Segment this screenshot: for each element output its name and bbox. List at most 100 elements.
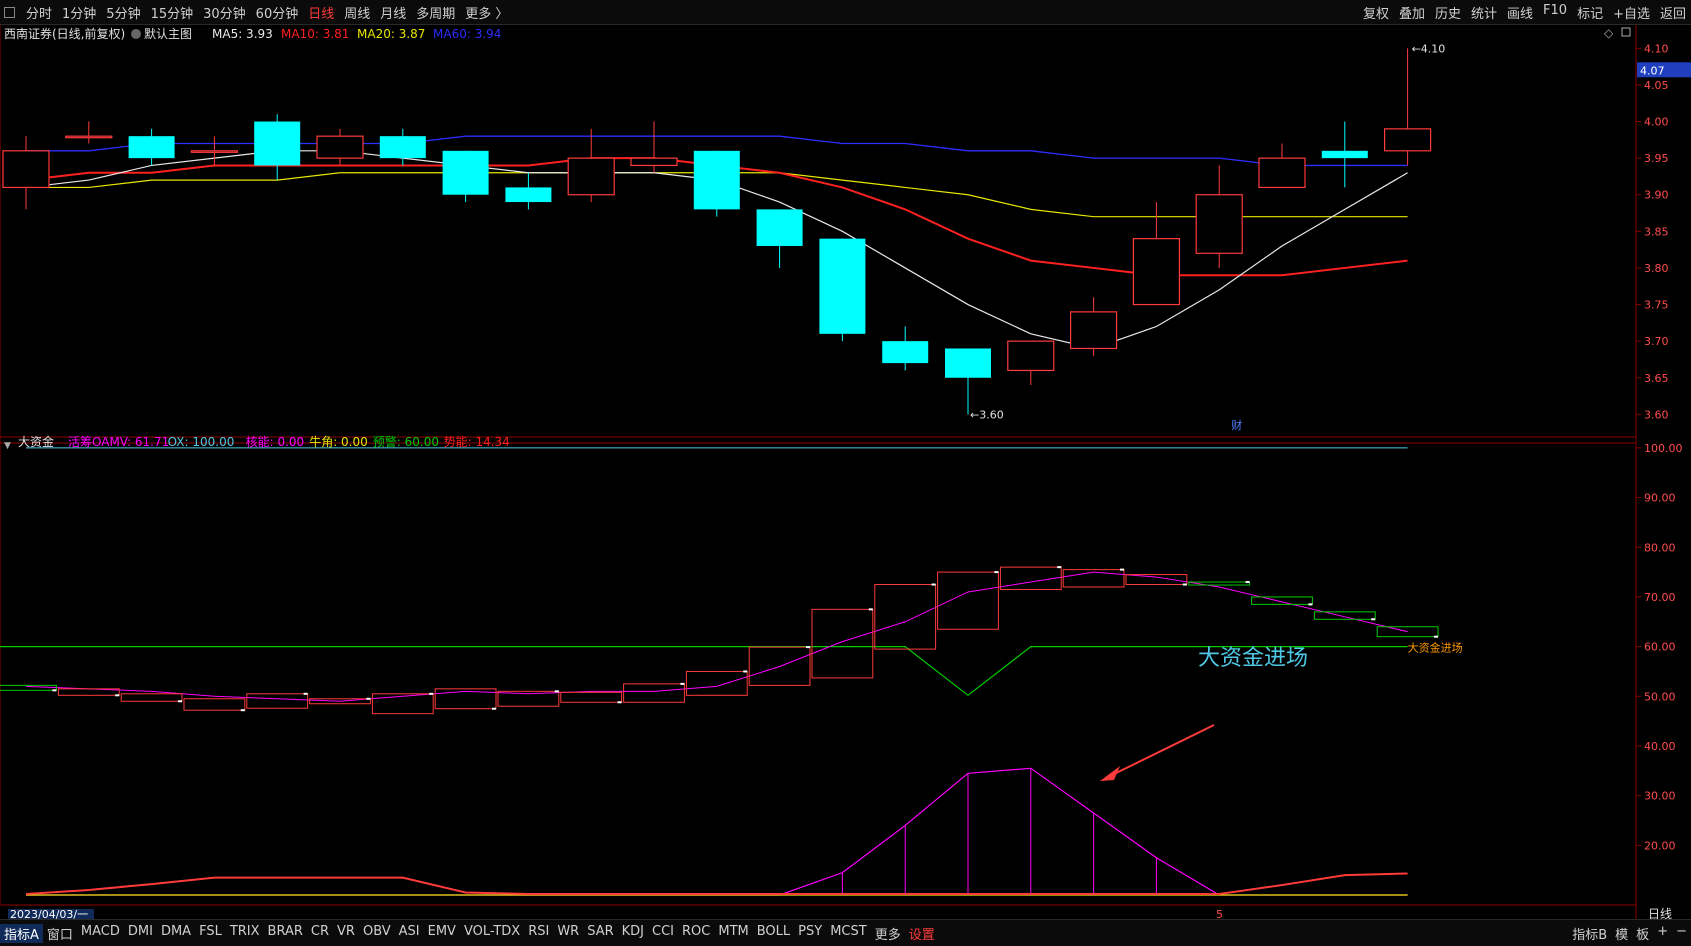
oamv-step-tick [994,571,999,574]
oamv-step-box [874,584,937,650]
indicator-tab-7[interactable]: BRAR [264,924,307,943]
oamv-step-tick [429,692,434,695]
indicator-tick-label-2: 80.00 [1644,541,1676,554]
price-tick-label-6: 3.80 [1644,262,1669,275]
price-tick-label-5: 3.85 [1644,225,1669,238]
indicator-tab-21[interactable]: BOLL [753,924,794,943]
indicator-tab-10[interactable]: OBV [359,924,395,943]
indicator-tab-25[interactable]: 设置 [905,924,939,943]
indicator-tick-label-8: 20.00 [1644,839,1676,852]
candle-body [756,209,803,246]
ma-legend-0: MA5: 3.93 [212,27,273,41]
indicator-tab-5[interactable]: FSL [195,924,226,943]
oamv-step-tick [115,694,120,697]
ma-legend-1: MA10: 3.81 [281,27,349,41]
indicator-tab-17[interactable]: KDJ [618,924,648,943]
oamv-step-tick [1182,583,1187,586]
period-tab-0[interactable]: 分时 [21,3,57,22]
oamv-step-tick [492,707,496,710]
indicator-tab-15[interactable]: WR [553,924,583,943]
oamv-step-tick [743,670,748,673]
diamond-icon: ◇ [1604,26,1614,40]
indicator-tick-label-7: 30.00 [1644,790,1676,803]
candle-body [1258,157,1306,189]
toolbar-button-4[interactable]: 画线 [1502,3,1538,22]
oamv-step-box [560,691,623,703]
indicator-legend-4: 预警: 60.00 [373,434,439,449]
stock-chart[interactable]: 西南证券(日线,前复权) 默认主图 MA5: 3.93 MA10: 3.81 MA20:… [0,25,1691,919]
oamv-step-tick [931,583,936,586]
toolbar-button-2[interactable]: 历史 [1430,3,1466,22]
indicator-tab-12[interactable]: EMV [424,924,460,943]
candle-body [819,238,866,334]
indicator-tab-1[interactable]: 窗口 [43,924,77,943]
indicator-tab-4[interactable]: DMA [157,924,195,943]
period-tab-6[interactable]: 日线 [303,3,339,22]
indicator-legend-1: OX: 100.00 [168,435,235,449]
indicator-tab-24[interactable]: 更多 [871,924,905,943]
indicator-tab-19[interactable]: ROC [678,924,714,943]
indicator-tab-22[interactable]: PSY [794,924,826,943]
toolbar-button-7[interactable]: +自选 [1608,3,1655,22]
low-price-label: ←3.60 [970,408,1004,421]
indicator-tab-9[interactable]: VR [333,924,359,943]
candle-body [2,150,50,189]
indicator-tab-14[interactable]: RSI [524,924,553,943]
indicator-toolbar: 指标A 窗口 MACD DMI DMA FSL TRIX BRAR CR VR OBV ASI EMV V… [0,919,1691,946]
indicator-legend-0: 活筹OAMV: 61.71 [68,435,169,449]
toolbar-button-3[interactable]: 统计 [1466,3,1502,22]
candle-body [316,135,364,159]
bottom-right-button-4[interactable]: − [1672,924,1691,943]
period-tab-7[interactable]: 周线 [339,3,375,22]
bottom-right-button-2[interactable]: 板 [1632,924,1653,943]
period-tab-2[interactable]: 5分钟 [101,3,145,22]
oamv-step-tick [52,689,57,692]
oamv-step-tick [1308,603,1313,606]
candle-body [567,157,615,196]
oamv-step-tick [868,608,873,611]
toolbar-button-0[interactable]: 复权 [1358,3,1394,22]
oamv-step-tick [617,701,622,704]
period-tab-3[interactable]: 15分钟 [146,3,199,22]
period-tab-9[interactable]: 多周期 [411,3,460,22]
oamv-step-tick [1057,566,1062,569]
indicator-tick-label-4: 60.00 [1644,641,1676,654]
oamv-step-box [1313,611,1376,620]
bottom-right-button-1[interactable]: 模 [1611,924,1632,943]
indicator-tab-6[interactable]: TRIX [226,924,264,943]
indicator-tab-18[interactable]: CCI [648,924,678,943]
indicator-tab-23[interactable]: MCST [826,924,871,943]
indicator-tick-label-0: 100.00 [1644,442,1683,455]
candle-body [128,136,175,159]
candle-body [379,136,426,159]
toolbar-button-1[interactable]: 叠加 [1394,3,1430,22]
window-menu-icon[interactable] [4,6,15,18]
indicator-tab-20[interactable]: MTM [714,924,752,943]
period-tab-4[interactable]: 30分钟 [198,3,251,22]
indicator-tab-11[interactable]: ASI [395,924,424,943]
indicator-tab-13[interactable]: VOL-TDX [460,924,524,943]
oamv-step-box [1125,574,1188,586]
toolbar-button-6[interactable]: 标记 [1572,3,1608,22]
indicator-tab-2[interactable]: MACD [77,924,124,943]
indicator-tab-3[interactable]: DMI [124,924,157,943]
toolbar-button-5[interactable]: F10 [1538,3,1572,22]
bottom-right-button-3[interactable]: + [1653,924,1672,943]
indicator-legend-2: 核能: 0.00 [246,435,305,449]
period-tab-5[interactable]: 60分钟 [251,3,304,22]
toolbar-button-8[interactable]: 返回 [1655,3,1691,22]
price-tick-label-2: 4.00 [1644,116,1669,129]
oamv-step-tick [1120,568,1124,571]
oamv-step-box [183,698,246,711]
indicator-tick-label-3: 70.00 [1644,591,1676,604]
bottom-right-button-0[interactable]: 指标B [1568,924,1611,943]
oamv-step-tick [554,690,559,693]
indicator-tab-8[interactable]: CR [307,924,333,943]
indicator-tab-0[interactable]: 指标A [0,923,43,943]
period-tab-10[interactable]: 更多 〉 [460,3,513,22]
price-tick-label-4: 3.90 [1644,189,1669,202]
period-tab-1[interactable]: 1分钟 [57,3,101,22]
period-tab-8[interactable]: 月线 [375,3,411,22]
oamv-step-tick [178,700,182,703]
indicator-tab-16[interactable]: SAR [583,924,617,943]
